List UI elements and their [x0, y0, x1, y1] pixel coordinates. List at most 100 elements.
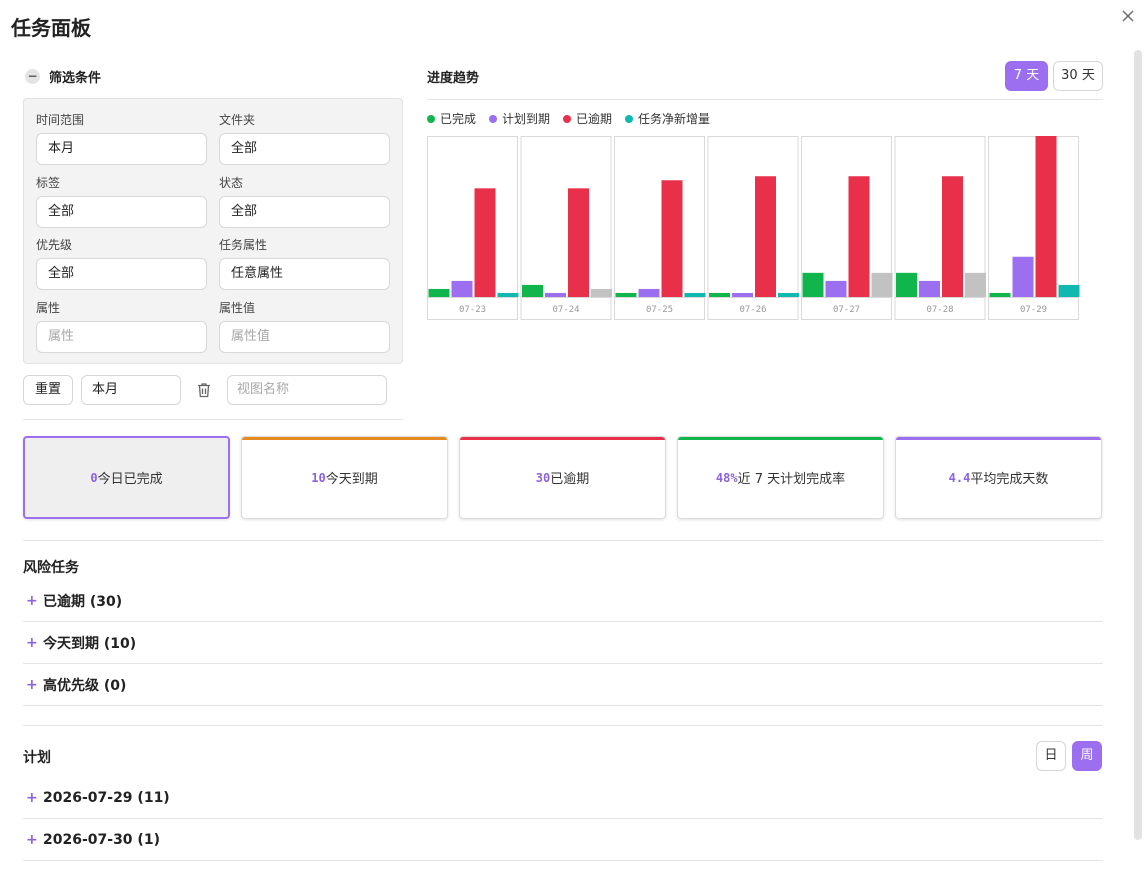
legend-label: 已完成 — [440, 112, 477, 126]
stat-label: 今天到期 — [325, 472, 378, 487]
close-icon[interactable] — [1120, 8, 1136, 24]
range-7d-button[interactable]: 7 天 — [1005, 61, 1048, 91]
stat-card-today-done[interactable]: 0 今日已完成 — [23, 436, 230, 519]
legend-dot — [427, 114, 435, 123]
attribute-value-field: 属性值 属性值 — [219, 299, 390, 353]
bar-07-27-2[interactable] — [848, 176, 870, 297]
trend-chart: 07-23 07-24 07-25 07-26 07-27 07-28 07-29 — [427, 136, 1080, 320]
view-name-input[interactable]: 视图名称 — [227, 375, 387, 405]
bar-07-25-0[interactable] — [615, 292, 637, 297]
attribute-input[interactable]: 属性 — [36, 321, 207, 353]
bar-07-26-0[interactable] — [709, 292, 730, 297]
bar-07-24-1[interactable] — [545, 292, 566, 297]
priority-field: 优先级 全部 — [36, 236, 207, 290]
bar-07-29-1[interactable] — [1012, 256, 1034, 297]
risk-row-due-today[interactable]: + 今天到期 (10) — [23, 622, 1103, 664]
bar-07-24-0[interactable] — [522, 284, 543, 297]
field-label: 时间范围 — [36, 113, 85, 127]
time-range-select[interactable]: 本月 — [36, 133, 207, 165]
bar-07-28-1[interactable] — [919, 280, 940, 297]
plan-section-title: 计划 — [23, 750, 51, 766]
stat-label: 近 7 天计划完成率 — [737, 472, 846, 487]
bar-07-26-2[interactable] — [755, 176, 776, 297]
x-tick-label: 07-29 — [1020, 305, 1047, 315]
bar-07-24-3[interactable] — [591, 288, 612, 297]
divider — [23, 725, 1103, 726]
bar-07-25-1[interactable] — [638, 288, 660, 297]
stat-value: 0 — [90, 470, 98, 485]
bar-07-28-0[interactable] — [896, 272, 917, 297]
tag-select[interactable]: 全部 — [36, 196, 207, 228]
bar-07-23-2[interactable] — [474, 188, 496, 297]
stat-value: 30 — [535, 470, 551, 485]
row-label: 已逾期 (30) — [43, 593, 123, 610]
bar-07-28-2[interactable] — [942, 176, 963, 297]
page-title: 任务面板 — [11, 16, 91, 40]
range-30d-button[interactable]: 30 天 — [1053, 61, 1103, 91]
stat-value: 10 — [311, 470, 326, 485]
bar-07-23-0[interactable] — [428, 288, 450, 297]
risk-row-overdue[interactable]: + 已逾期 (30) — [23, 580, 1103, 622]
legend-label: 任务净新增量 — [638, 112, 711, 126]
bar-07-29-0[interactable] — [989, 292, 1011, 297]
status-select[interactable]: 全部 — [219, 196, 390, 228]
stat-card-due-today[interactable]: 10 今天到期 — [241, 436, 448, 519]
attribute-value-input[interactable]: 属性值 — [219, 321, 390, 353]
expand-icon: + — [26, 789, 38, 806]
x-tick-label: 07-25 — [646, 305, 673, 315]
x-tick-label: 07-26 — [739, 305, 766, 315]
bar-07-28-3[interactable] — [965, 272, 986, 297]
row-label: 2026-07-30 (1) — [43, 831, 160, 848]
saved-view-select[interactable]: 本月 — [81, 375, 181, 405]
field-label: 优先级 — [36, 238, 73, 252]
scrollbar[interactable] — [1134, 50, 1142, 840]
legend-dot — [489, 114, 498, 123]
chart-legend: 已完成 计划到期 已逾期 任务净新增量 — [427, 110, 710, 127]
bar-07-26-3[interactable] — [778, 292, 799, 297]
stat-card-overdue[interactable]: 30 已逾期 — [459, 436, 666, 519]
legend-item-planned: 计划到期 — [489, 110, 550, 127]
plan-row[interactable]: + 2026-07-29 (11) — [23, 777, 1103, 819]
trash-icon[interactable] — [195, 381, 213, 399]
bar-07-25-3[interactable] — [684, 292, 706, 297]
divider — [427, 99, 1103, 100]
task-attribute-select[interactable]: 任意属性 — [219, 258, 390, 290]
bar-07-27-0[interactable] — [802, 272, 824, 297]
x-tick-label: 07-27 — [833, 305, 860, 315]
x-tick-label: 07-23 — [459, 305, 486, 315]
divider — [23, 419, 403, 420]
x-tick-label: 07-24 — [552, 305, 579, 315]
bar-07-24-2[interactable] — [568, 188, 589, 297]
accent-bar — [242, 437, 447, 440]
stat-card-completion-rate[interactable]: 48% 近 7 天计划完成率 — [677, 436, 884, 519]
stat-label: 已逾期 — [550, 472, 590, 487]
legend-item-overdue: 已逾期 — [563, 110, 612, 127]
expand-icon: + — [26, 634, 38, 651]
bar-07-27-3[interactable] — [871, 272, 893, 297]
plan-row[interactable]: + 2026-07-30 (1) — [23, 819, 1103, 861]
legend-label: 计划到期 — [502, 112, 551, 126]
priority-select[interactable]: 全部 — [36, 258, 207, 290]
collapse-icon: − — [25, 69, 40, 84]
bar-07-23-3[interactable] — [497, 292, 519, 297]
stat-card-avg-days[interactable]: 4.4 平均完成天数 — [895, 436, 1102, 519]
field-label: 状态 — [219, 176, 244, 190]
bar-07-29-2[interactable] — [1035, 136, 1057, 297]
reset-button[interactable]: 重置 — [23, 375, 73, 405]
row-label: 高优先级 (0) — [43, 677, 127, 694]
plan-day-button[interactable]: 日 — [1036, 741, 1066, 771]
plan-week-button[interactable]: 周 — [1072, 741, 1102, 771]
time-range-field: 时间范围 本月 — [36, 111, 207, 165]
stat-value: 48% — [715, 470, 738, 485]
bar-07-25-2[interactable] — [661, 180, 683, 297]
accent-bar — [460, 437, 665, 440]
status-field: 状态 全部 — [219, 174, 390, 228]
bar-07-23-1[interactable] — [451, 280, 473, 297]
risk-row-high-priority[interactable]: + 高优先级 (0) — [23, 664, 1103, 706]
folder-select[interactable]: 全部 — [219, 133, 390, 165]
bar-07-27-1[interactable] — [825, 280, 847, 297]
filter-toggle[interactable]: − 筛选条件 — [25, 67, 101, 86]
bar-07-29-3[interactable] — [1058, 284, 1080, 297]
bar-07-26-1[interactable] — [732, 292, 753, 297]
stat-value: 4.4 — [948, 470, 971, 485]
